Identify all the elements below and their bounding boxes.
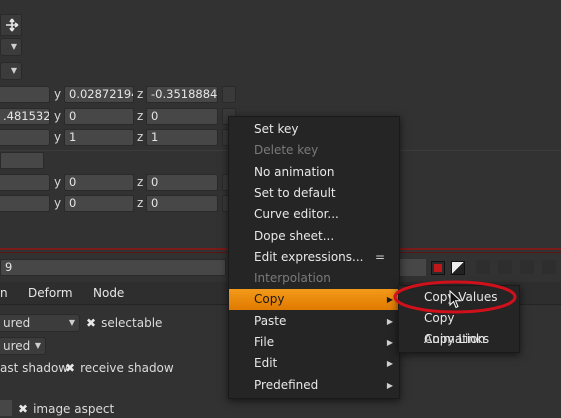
y-value-field[interactable]: 0.02872194 xyxy=(64,86,134,103)
menu-item-set-to-default[interactable]: Set to default xyxy=(229,183,399,204)
x-value-field[interactable] xyxy=(0,174,50,191)
menu-item-label: Paste xyxy=(254,313,287,328)
submenu-arrow-icon: ▶ xyxy=(386,380,393,390)
menu-item-interpolation[interactable]: Interpolation xyxy=(229,268,399,289)
render-dropdown[interactable]: ured ▼ xyxy=(0,337,46,355)
receive-shadow-checkbox[interactable]: ✖ receive shadow xyxy=(65,359,174,377)
menu-item-label: Set key xyxy=(254,122,299,136)
menu-item-label: Dope sheet... xyxy=(254,228,335,243)
chevron-down-icon: ▼ xyxy=(68,318,75,327)
mode-dropdown-2[interactable]: ▼ xyxy=(0,62,22,80)
menu-item-label: Delete key xyxy=(254,143,319,158)
x-value-field[interactable] xyxy=(0,86,50,103)
menu-item-label: Edit expressions... xyxy=(254,249,364,264)
y-axis-label: y xyxy=(54,109,62,123)
split-toggle-button[interactable] xyxy=(451,261,465,275)
menu-item-label: Curve editor... xyxy=(254,207,339,222)
y-axis-label: y xyxy=(54,130,62,144)
field-gap[interactable] xyxy=(398,259,426,276)
z-value-field[interactable]: 0 xyxy=(146,108,218,125)
image-aspect-label: image aspect xyxy=(33,402,115,416)
menu-item-edit-expressions[interactable]: Edit expressions... = xyxy=(229,247,399,268)
y-value-field[interactable]: 0 xyxy=(64,108,134,125)
image-aspect-checkbox[interactable]: ✖ image aspect xyxy=(18,400,114,418)
menu-item-label: File xyxy=(254,335,275,349)
undo-icon[interactable] xyxy=(476,260,490,274)
y-value-field[interactable]: 1 xyxy=(64,129,134,146)
z-value-field[interactable]: 0 xyxy=(146,174,218,191)
menu-item-shortcut: = xyxy=(374,249,385,264)
context-menu: Set key Delete key No animation Set to defa… xyxy=(228,116,400,399)
checkbox-x-icon: ✖ xyxy=(86,316,97,330)
selectable-label: selectable xyxy=(101,316,163,330)
move-arrows-icon xyxy=(6,18,19,32)
mouse-cursor-icon xyxy=(449,290,462,309)
checkbox-x-icon: ✖ xyxy=(18,402,29,416)
extra-icon[interactable] xyxy=(542,260,556,274)
z-axis-label: z xyxy=(137,175,144,189)
tab-deform[interactable]: Deform xyxy=(28,283,73,303)
menu-item-label: Set to default xyxy=(254,185,336,200)
chevron-down-icon: ▼ xyxy=(34,341,41,350)
cast-shadow-label: ast shadow xyxy=(0,361,69,375)
z-axis-label: z xyxy=(137,109,144,123)
chevron-down-icon: ▼ xyxy=(10,66,17,75)
menu-item-dope-sheet[interactable]: Dope sheet... xyxy=(229,226,399,247)
y-axis-label: y xyxy=(54,87,62,101)
display-dropdown-value: ured xyxy=(3,316,31,330)
z-axis-label: z xyxy=(137,87,144,101)
menu-item-copy[interactable]: Copy ▶ xyxy=(229,289,399,311)
menu-item-predefined[interactable]: Predefined ▶ xyxy=(229,375,399,396)
submenu-item-label: Copy Links xyxy=(424,332,490,346)
record-button[interactable] xyxy=(431,261,445,275)
z-value-field[interactable]: 1 xyxy=(146,129,218,146)
receive-shadow-label: receive shadow xyxy=(80,361,174,375)
y-axis-label: y xyxy=(54,175,62,189)
menu-item-paste[interactable]: Paste ▶ xyxy=(229,311,399,332)
menu-item-label: No animation xyxy=(254,164,335,179)
playback-controls xyxy=(398,259,561,276)
chevron-down-icon: ▼ xyxy=(10,42,17,51)
mode-dropdown-1[interactable]: ▼ xyxy=(0,38,22,56)
menu-item-edit[interactable]: Edit ▶ xyxy=(229,353,399,374)
menu-item-curve-editor[interactable]: Curve editor... xyxy=(229,204,399,225)
frame-field[interactable]: 9 xyxy=(0,259,226,276)
extra-field[interactable] xyxy=(0,152,44,169)
cast-shadow-checkbox[interactable]: ast shadow xyxy=(0,359,68,377)
anim-menu-button[interactable] xyxy=(222,86,236,103)
menu-item-file[interactable]: File ▶ xyxy=(229,332,399,353)
submenu-arrow-icon: ▶ xyxy=(386,359,393,369)
menu-item-label: Interpolation xyxy=(254,271,331,286)
x-value-field[interactable] xyxy=(0,195,50,212)
z-axis-label: z xyxy=(137,130,144,144)
y-value-field[interactable]: 0 xyxy=(64,195,134,212)
menu-item-label: Edit xyxy=(254,356,278,371)
render-dropdown-value: ured xyxy=(3,339,31,353)
record-icon xyxy=(434,264,442,272)
refresh-icon[interactable] xyxy=(520,260,534,274)
tab-n[interactable]: n xyxy=(0,283,8,303)
checkbox-x-icon: ✖ xyxy=(65,361,76,375)
display-dropdown[interactable]: ured ▼ xyxy=(0,314,80,332)
selectable-checkbox[interactable]: ✖ selectable xyxy=(86,314,162,332)
x-value-field[interactable] xyxy=(0,129,50,146)
z-value-field[interactable]: -0.35188848 xyxy=(146,86,218,103)
menu-item-label: Predefined xyxy=(254,377,319,392)
redo-icon[interactable] xyxy=(498,260,512,274)
y-axis-label: y xyxy=(54,196,62,210)
x-value-field[interactable]: .4815326 xyxy=(0,108,50,125)
menu-item-label: Copy xyxy=(254,292,285,307)
submenu-item-copy-links[interactable]: Copy Links xyxy=(399,329,519,350)
move-tool-button[interactable] xyxy=(0,14,22,36)
z-axis-label: z xyxy=(137,196,144,210)
z-value-field[interactable]: 0 xyxy=(146,195,218,212)
menu-item-no-animation[interactable]: No animation xyxy=(229,162,399,183)
y-value-field[interactable]: 0 xyxy=(64,174,134,191)
bottom-field[interactable] xyxy=(0,400,12,416)
tab-node[interactable]: Node xyxy=(93,283,124,303)
menu-item-delete-key[interactable]: Delete key xyxy=(229,140,399,161)
submenu-arrow-icon: ▶ xyxy=(386,338,393,347)
menu-item-set-key[interactable]: Set key xyxy=(229,119,399,140)
